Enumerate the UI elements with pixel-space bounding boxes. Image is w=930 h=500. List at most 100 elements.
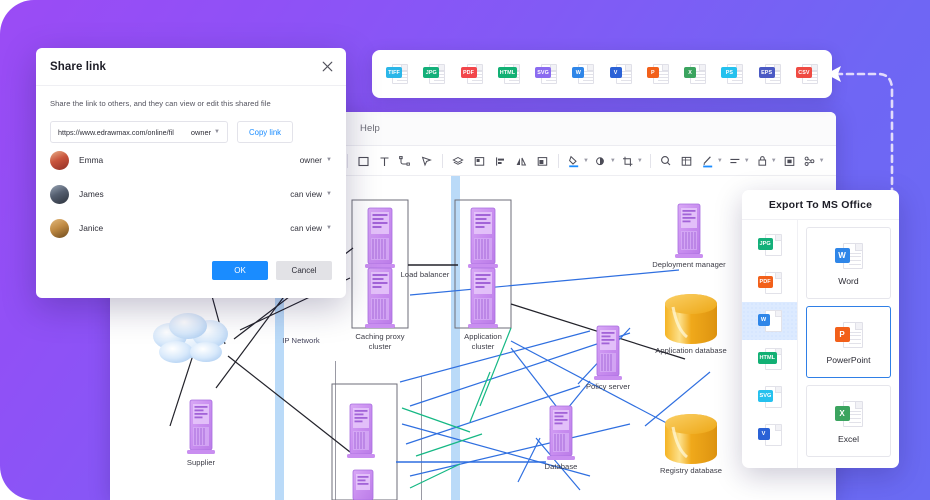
chevron-down-icon: ▼ <box>214 129 220 135</box>
file-icon-html: HTML <box>757 346 782 372</box>
cancel-button[interactable]: Cancel <box>276 261 332 280</box>
file-icon-word: W <box>834 241 863 271</box>
file-icon-visio[interactable]: V <box>609 62 632 86</box>
list-item[interactable]: James can view ▼ <box>50 177 332 211</box>
fill-color-icon[interactable] <box>564 151 585 172</box>
layers-icon[interactable] <box>448 151 469 172</box>
close-icon[interactable] <box>320 59 335 74</box>
chevron-down-icon: ▼ <box>326 191 332 197</box>
file-icon-jpg[interactable]: JPG <box>423 62 446 86</box>
file-icon-jpg: JPG <box>757 232 782 258</box>
link-permission-dropdown[interactable]: owner ▼ <box>191 128 220 137</box>
copy-link-button[interactable]: Copy link <box>237 121 294 143</box>
export-sidebar-item-jpg[interactable]: JPG <box>742 226 797 264</box>
flip-icon[interactable] <box>511 151 532 172</box>
chevron-down-icon[interactable]: ▼ <box>744 158 750 164</box>
pointer-tool-icon[interactable] <box>416 151 437 172</box>
person-role-value: owner <box>299 155 323 165</box>
avatar <box>50 218 69 238</box>
export-card-excel[interactable]: X Excel <box>806 385 891 457</box>
export-card-powerpoint-label: PowerPoint <box>826 354 871 365</box>
layout-icon[interactable] <box>532 151 553 172</box>
person-role-dropdown[interactable]: can view ▼ <box>290 224 332 233</box>
rectangle-shape-icon[interactable] <box>353 151 374 172</box>
file-icon-powerpoint[interactable]: P <box>646 62 669 86</box>
shadow-icon[interactable] <box>591 151 612 172</box>
file-icon-excel: X <box>834 399 863 429</box>
zoom-search-icon[interactable] <box>656 151 677 172</box>
file-icon-svg-label: SVG <box>535 67 552 78</box>
text-tool-icon[interactable] <box>374 151 395 172</box>
share-link-input-wrap[interactable]: https://www.edrawmax.com/online/fil owne… <box>50 121 228 143</box>
file-icon-tiff-label: TIFF <box>386 67 402 78</box>
export-sidebar-item-visio[interactable]: V <box>742 416 797 454</box>
line-color-icon[interactable] <box>698 151 719 172</box>
frame-icon[interactable] <box>779 151 800 172</box>
person-name: Emma <box>79 155 104 165</box>
export-sidebar-item-pdf[interactable]: PDF <box>742 264 797 302</box>
export-sidebar-item-html[interactable]: HTML <box>742 340 797 378</box>
file-icon-pdf[interactable]: PDF <box>460 62 483 86</box>
diagram-label-deployment-manager: Deployment manager <box>652 260 726 269</box>
person-role-dropdown[interactable]: can view ▼ <box>290 190 332 199</box>
file-icon-html[interactable]: HTML <box>497 62 520 86</box>
diagram-label-caching-proxy-cluster: Caching proxy cluster <box>355 332 405 351</box>
export-panel-body: JPG PDF W HTML SVG V W Word P PowerPoint… <box>742 220 899 468</box>
file-icon-tiff[interactable]: TIFF <box>386 62 408 86</box>
share-link-dialog: Share link Share the link to others, and… <box>36 48 346 298</box>
file-icon-excel[interactable]: X <box>684 62 707 86</box>
file-icon-word-label: W <box>834 247 850 263</box>
person-role-dropdown[interactable]: owner ▼ <box>300 156 332 165</box>
cylinder-registry-database <box>665 414 717 464</box>
file-icon-excel-label: X <box>684 67 697 78</box>
share-link-input[interactable]: https://www.edrawmax.com/online/fil <box>58 128 185 137</box>
chevron-down-icon[interactable]: ▼ <box>717 158 723 164</box>
file-icon-visio: V <box>757 422 782 448</box>
line-style-icon[interactable] <box>725 151 746 172</box>
diagram-label-policy-server: Policy server <box>585 382 631 391</box>
file-icon-pdf: PDF <box>757 270 782 296</box>
export-card-powerpoint[interactable]: P PowerPoint <box>806 306 891 378</box>
file-icon-word-label: W <box>572 67 585 78</box>
export-card-word[interactable]: W Word <box>806 227 891 299</box>
diagram-label-application-cluster: Application cluster <box>464 332 502 351</box>
ok-button[interactable]: OK <box>212 261 268 280</box>
file-icon-visio-label: V <box>609 67 622 78</box>
menu-item-help[interactable]: Help <box>360 123 380 134</box>
export-sidebar-item-word[interactable]: W <box>742 302 797 340</box>
connector-tool-icon[interactable] <box>395 151 416 172</box>
file-icon-jpg-label: JPG <box>757 238 773 250</box>
list-item[interactable]: Janice can view ▼ <box>50 211 332 245</box>
file-icon-jpg-label: JPG <box>423 67 440 78</box>
list-item[interactable]: Emma owner ▼ <box>50 143 332 177</box>
export-sidebar-item-svg[interactable]: SVG <box>742 378 797 416</box>
diagram-label-supplier: Supplier <box>186 458 216 467</box>
file-icon-word[interactable]: W <box>572 62 595 86</box>
lock-icon[interactable] <box>752 151 773 172</box>
chevron-down-icon: ▼ <box>326 225 332 231</box>
toolbar-divider <box>557 154 559 168</box>
share-link-row: https://www.edrawmax.com/online/fil owne… <box>50 121 332 143</box>
cylinder-application-database <box>665 294 717 344</box>
export-panel-title: Export To MS Office <box>742 190 899 220</box>
file-icon-html-label: HTML <box>497 67 518 78</box>
file-icon-powerpoint-label: P <box>646 67 659 78</box>
table-icon[interactable] <box>677 151 698 172</box>
align-icon[interactable] <box>490 151 511 172</box>
file-icon-powerpoint: P <box>834 320 863 350</box>
diagram-label-database: Database <box>544 462 578 471</box>
image-frame-icon[interactable] <box>469 151 490 172</box>
file-icon-ps[interactable]: PS <box>721 62 744 86</box>
file-icon-svg[interactable]: SVG <box>535 62 558 86</box>
crop-icon[interactable] <box>618 151 639 172</box>
chevron-down-icon[interactable]: ▼ <box>583 158 589 164</box>
chevron-down-icon[interactable]: ▼ <box>771 158 777 164</box>
diagram-label-ip-network: IP Network <box>282 336 320 345</box>
chevron-down-icon[interactable]: ▼ <box>610 158 616 164</box>
chevron-down-icon[interactable]: ▼ <box>637 158 643 164</box>
export-card-list: W Word P PowerPoint X Excel <box>798 220 899 468</box>
diagram-label-registry-database: Registry database <box>659 466 723 475</box>
file-icon-eps[interactable]: EPS <box>758 62 781 86</box>
share-dialog-header: Share link <box>36 48 346 86</box>
file-icon-pdf-label: PDF <box>460 67 477 78</box>
